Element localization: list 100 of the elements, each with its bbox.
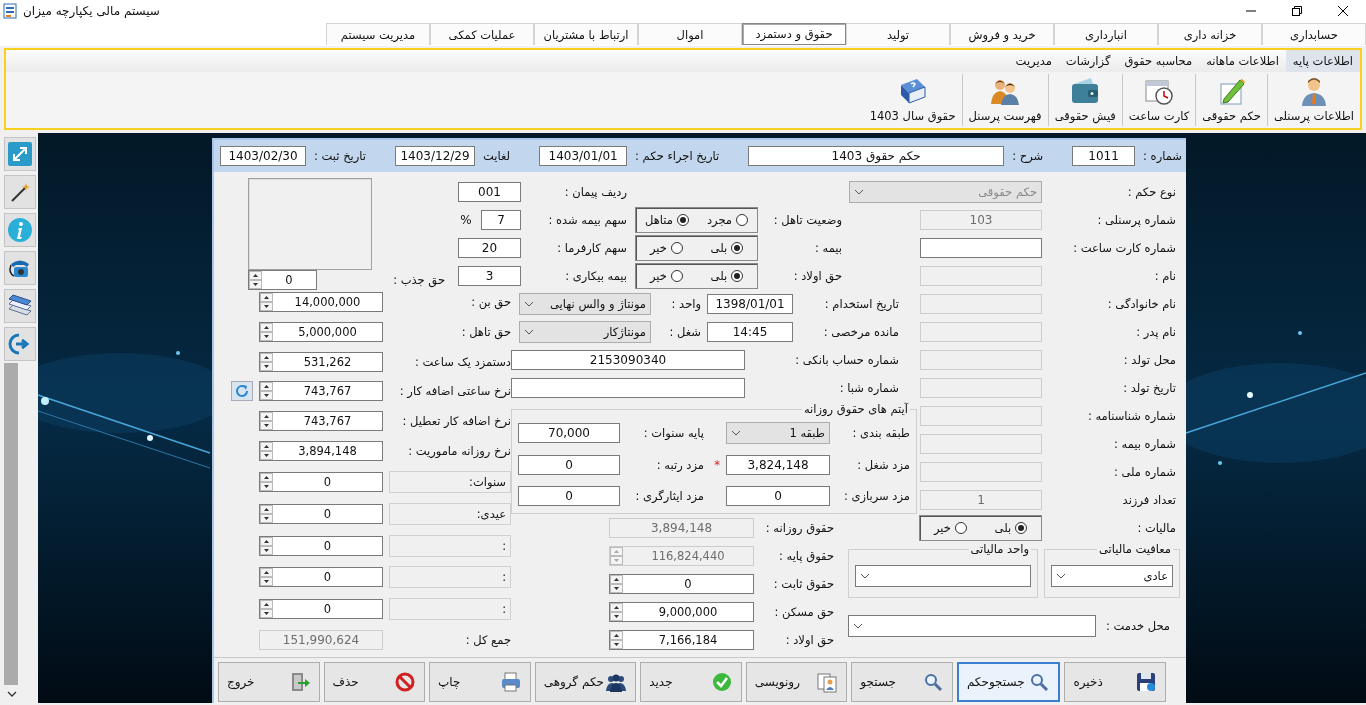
dropdown[interactable]: عادی [1051, 564, 1173, 587]
text-field[interactable]: 1011 [1072, 146, 1136, 166]
number-field[interactable]: 9,000,000 [609, 602, 754, 622]
text-field[interactable]: 1403/01/01 [539, 146, 628, 166]
number-field[interactable]: 531,262 [259, 351, 383, 372]
radio-button[interactable] [676, 214, 689, 226]
spin-arrows-icon[interactable] [249, 271, 262, 289]
action-button[interactable]: حکم گروهی [534, 662, 637, 702]
radio-button[interactable] [954, 522, 967, 534]
spin-arrows-icon[interactable] [260, 442, 273, 461]
spin-arrows-icon[interactable] [260, 293, 273, 311]
spin-arrows-icon[interactable] [260, 412, 273, 431]
spin-arrows-icon[interactable] [260, 472, 273, 491]
dropdown[interactable] [848, 615, 1096, 637]
action-button[interactable]: ذخیره [1064, 662, 1166, 702]
toolbar-button[interactable] [4, 175, 36, 209]
action-button[interactable]: حذف [323, 662, 426, 702]
menu-tab[interactable]: انبارداری [1054, 23, 1158, 45]
number-field[interactable]: 0 [259, 503, 383, 524]
radio-button[interactable] [670, 242, 683, 254]
refresh-button[interactable] [231, 381, 253, 402]
ribbon-button[interactable]: کارت ساعت [1121, 74, 1196, 126]
spin-arrows-icon[interactable] [610, 603, 623, 621]
menu-tab[interactable]: حسابداری [1262, 23, 1366, 45]
ribbon-button[interactable]: حقوق سال 1403 [863, 74, 962, 126]
action-button[interactable]: جدید [640, 662, 742, 702]
number-field[interactable]: 0 [609, 574, 754, 594]
ribbon-tab[interactable]: مدیریت [1008, 50, 1059, 72]
text-field[interactable]: 1403/12/29 [395, 146, 476, 166]
text-field[interactable]: 0 [518, 485, 620, 506]
number-field[interactable]: 0 [259, 567, 383, 588]
text-field[interactable]: 3 [458, 266, 521, 286]
spin-arrows-icon[interactable] [260, 536, 273, 555]
text-field[interactable]: 1398/01/01 [707, 294, 793, 314]
text-field[interactable]: 0 [726, 485, 830, 506]
ribbon-button[interactable]: حکم حقوقی [1195, 74, 1267, 126]
spin-arrows-icon[interactable] [260, 568, 273, 587]
text-field[interactable]: 20 [458, 238, 521, 258]
menu-tab[interactable]: خرید و فروش [950, 23, 1054, 45]
ribbon-button[interactable]: فهرست پرسنل [961, 74, 1048, 126]
radio-button[interactable] [1015, 522, 1028, 534]
spin-arrows-icon[interactable] [260, 600, 273, 619]
ribbon-tab[interactable]: اطلاعات ماهانه [1199, 50, 1286, 72]
spin-arrows-icon[interactable] [260, 382, 273, 401]
spin-arrows-icon[interactable] [260, 504, 273, 523]
menu-tab[interactable]: عملیات کمکی [430, 23, 534, 45]
text-field[interactable]: 1403/02/30 [220, 146, 307, 166]
action-button[interactable]: خروج [217, 662, 320, 702]
text-field[interactable]: حکم حقوق 1403 [748, 146, 1005, 166]
ribbon-tab[interactable]: گزارشات [1058, 50, 1118, 72]
text-field[interactable]: 001 [458, 182, 521, 202]
ribbon-button[interactable]: فیش حقوقی [1047, 74, 1122, 126]
text-field[interactable]: 7 [481, 210, 521, 230]
number-field[interactable]: 3,894,148 [259, 441, 383, 462]
menu-tab[interactable]: حقوق و دستمزد [742, 23, 846, 45]
number-field[interactable]: 0 [259, 535, 383, 556]
text-field[interactable] [511, 378, 745, 398]
chevron-down-icon [1056, 572, 1066, 579]
number-field[interactable]: 0 [248, 270, 317, 290]
ribbon-tab[interactable]: محاسبه حقوق [1117, 50, 1200, 72]
menu-tab[interactable]: مدیریت سیستم [326, 23, 430, 45]
action-button[interactable]: رونویسی [745, 662, 848, 702]
menu-tab[interactable]: تولید [846, 23, 950, 45]
documents-icon [816, 671, 839, 693]
toolbar-button[interactable] [4, 289, 36, 323]
menu-tab[interactable]: ارتباط با مشتریان [534, 23, 638, 45]
number-field[interactable]: 743,767 [259, 411, 383, 432]
number-field[interactable]: 743,767 [259, 381, 383, 402]
text-field[interactable]: 2153090340 [511, 350, 745, 370]
number-field[interactable]: 0 [259, 599, 383, 620]
spin-arrows-icon[interactable] [260, 352, 273, 371]
number-field[interactable]: 14,000,000 [259, 292, 383, 312]
ribbon-tab[interactable]: اطلاعات پایه [1285, 50, 1360, 72]
text-field[interactable]: 70,000 [518, 422, 620, 443]
number-field[interactable]: 7,166,184 [609, 630, 754, 650]
spin-arrows-icon[interactable] [610, 631, 623, 649]
menu-tab[interactable]: خزانه داری [1158, 23, 1262, 45]
text-field[interactable]: 14:45 [707, 322, 793, 342]
text-field[interactable]: 0 [518, 454, 620, 475]
spin-arrows-icon[interactable] [260, 322, 273, 341]
field-label: شماره کارت ساعت : [1072, 241, 1176, 255]
toolbar-button[interactable] [4, 251, 36, 285]
number-field[interactable]: 5,000,000 [259, 321, 383, 342]
text-field[interactable] [920, 238, 1042, 258]
action-button[interactable]: جستجو [851, 662, 953, 702]
menu-tab[interactable]: اموال [638, 23, 742, 45]
spin-arrows-icon[interactable] [610, 575, 623, 593]
number-field[interactable]: 0 [259, 471, 383, 492]
scrollbar[interactable] [4, 363, 18, 685]
action-button[interactable]: چاپ [429, 662, 531, 702]
action-button[interactable]: جستجوحکم [956, 662, 1061, 702]
field-label: مزد شغل : [856, 457, 910, 472]
radio-button[interactable] [731, 242, 744, 254]
text-field[interactable]: 3,824,148 [726, 454, 830, 475]
chevron-down-icon[interactable] [6, 689, 18, 699]
radio-button[interactable] [670, 270, 683, 282]
radio-button[interactable] [736, 214, 748, 226]
ribbon-button[interactable]: اطلاعات پرسنلی [1266, 74, 1360, 126]
dropdown[interactable] [855, 564, 1031, 587]
radio-button[interactable] [731, 270, 744, 282]
